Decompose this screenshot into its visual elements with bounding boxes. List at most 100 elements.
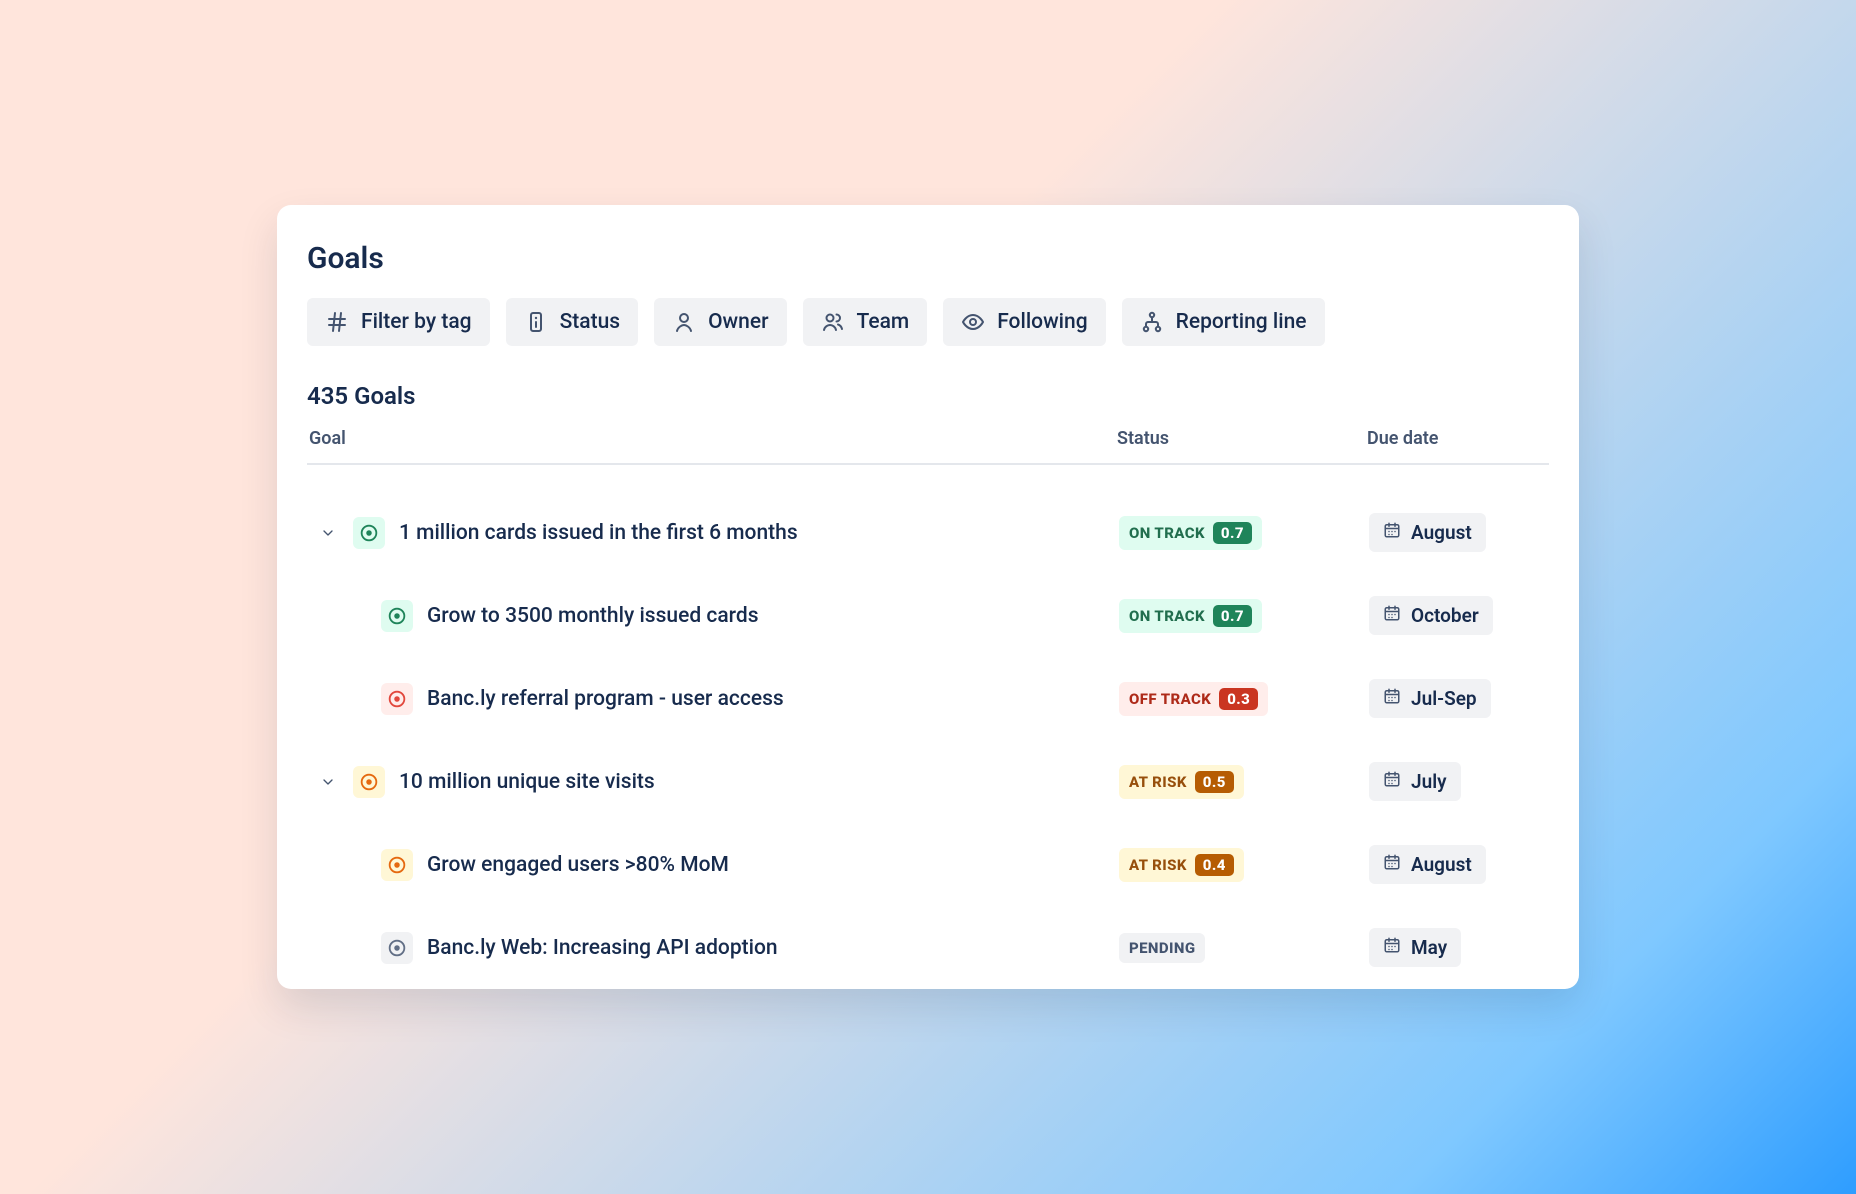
filter-tag[interactable]: Filter by tag — [307, 298, 490, 346]
status-label: ON TRACK — [1129, 607, 1205, 625]
due-date-chip[interactable]: August — [1369, 513, 1486, 552]
goal-row[interactable]: Grow to 3500 monthly issued cards ON TRAC… — [307, 574, 1549, 657]
filter-label: Status — [560, 310, 621, 334]
status-label: PENDING — [1129, 939, 1195, 957]
goal-title: 10 million unique site visits — [399, 770, 655, 794]
goal-row[interactable]: Banc.ly referral program - user access OF… — [307, 657, 1549, 740]
filter-reporting[interactable]: Reporting line — [1122, 298, 1325, 346]
due-date-label: July — [1411, 770, 1447, 793]
col-status: Status — [1117, 428, 1357, 449]
status-score: 0.3 — [1219, 688, 1258, 710]
calendar-icon — [1383, 604, 1401, 627]
status-badge[interactable]: ON TRACK 0.7 — [1119, 599, 1262, 633]
goal-title: 1 million cards issued in the first 6 mo… — [399, 521, 798, 545]
status-cell: PENDING — [1119, 933, 1359, 963]
due-date-chip[interactable]: May — [1369, 928, 1461, 967]
due-cell: August — [1369, 513, 1549, 552]
status-score: 0.7 — [1213, 605, 1252, 627]
col-goal: Goal — [309, 428, 1107, 449]
goal-cell: Grow engaged users >80% MoM — [307, 849, 1109, 881]
goals-table-body: 1 million cards issued in the first 6 mo… — [307, 465, 1549, 989]
due-cell: October — [1369, 596, 1549, 635]
goal-cell: Grow to 3500 monthly issued cards — [307, 600, 1109, 632]
goals-count: 435 Goals — [307, 382, 1549, 410]
status-score: 0.7 — [1213, 522, 1252, 544]
status-badge[interactable]: OFF TRACK 0.3 — [1119, 682, 1268, 716]
goal-cell: Banc.ly referral program - user access — [307, 683, 1109, 715]
calendar-icon — [1383, 853, 1401, 876]
goal-cell: 1 million cards issued in the first 6 mo… — [307, 517, 1109, 549]
filter-bar: Filter by tag Status Owner Team Following Rep… — [307, 298, 1549, 346]
calendar-icon — [1383, 521, 1401, 544]
status-badge[interactable]: ON TRACK 0.7 — [1119, 516, 1262, 550]
goal-cell: 10 million unique site visits — [307, 766, 1109, 798]
col-due: Due date — [1367, 428, 1547, 449]
due-cell: May — [1369, 928, 1549, 967]
table-header: Goal Status Due date — [307, 428, 1549, 465]
calendar-icon — [1383, 936, 1401, 959]
users-icon — [821, 310, 845, 334]
status-cell: OFF TRACK 0.3 — [1119, 682, 1359, 716]
status-badge[interactable]: AT RISK 0.5 — [1119, 765, 1244, 799]
target-icon — [353, 766, 385, 798]
user-icon — [672, 310, 696, 334]
goal-title: Grow to 3500 monthly issued cards — [427, 604, 759, 628]
status-cell: AT RISK 0.4 — [1119, 848, 1359, 882]
filter-label: Owner — [708, 310, 768, 334]
due-cell: July — [1369, 762, 1549, 801]
hierarchy-icon — [1140, 310, 1164, 334]
filter-owner[interactable]: Owner — [654, 298, 786, 346]
goal-row[interactable]: 10 million unique site visits AT RISK 0.5 J… — [307, 740, 1549, 823]
target-icon — [381, 932, 413, 964]
status-badge[interactable]: PENDING — [1119, 933, 1205, 963]
due-date-chip[interactable]: October — [1369, 596, 1493, 635]
due-date-label: October — [1411, 604, 1479, 627]
due-date-chip[interactable]: July — [1369, 762, 1461, 801]
status-cell: ON TRACK 0.7 — [1119, 516, 1359, 550]
due-date-chip[interactable]: August — [1369, 845, 1486, 884]
calendar-icon — [1383, 770, 1401, 793]
due-cell: Jul-Sep — [1369, 679, 1549, 718]
target-icon — [381, 683, 413, 715]
status-label: ON TRACK — [1129, 524, 1205, 542]
filter-status[interactable]: Status — [506, 298, 639, 346]
goal-title: Banc.ly referral program - user access — [427, 687, 784, 711]
filter-following[interactable]: Following — [943, 298, 1105, 346]
goal-title: Banc.ly Web: Increasing API adoption — [427, 936, 778, 960]
status-label: OFF TRACK — [1129, 690, 1211, 708]
due-date-label: May — [1411, 936, 1447, 959]
status-badge[interactable]: AT RISK 0.4 — [1119, 848, 1244, 882]
status-label: AT RISK — [1129, 773, 1187, 791]
status-icon — [524, 310, 548, 334]
filter-label: Team — [857, 310, 910, 334]
due-date-label: August — [1411, 521, 1472, 544]
due-date-label: August — [1411, 853, 1472, 876]
goals-panel: Goals Filter by tag Status Owner Team Follow… — [277, 205, 1579, 989]
goal-title: Grow engaged users >80% MoM — [427, 853, 729, 877]
eye-icon — [961, 310, 985, 334]
filter-label: Filter by tag — [361, 310, 472, 334]
filter-team[interactable]: Team — [803, 298, 928, 346]
due-cell: August — [1369, 845, 1549, 884]
status-cell: ON TRACK 0.7 — [1119, 599, 1359, 633]
filter-label: Following — [997, 310, 1087, 334]
goal-row[interactable]: Banc.ly Web: Increasing API adoption PEND… — [307, 906, 1549, 989]
target-icon — [381, 849, 413, 881]
goal-row[interactable]: 1 million cards issued in the first 6 mo… — [307, 491, 1549, 574]
hash-icon — [325, 310, 349, 334]
goal-cell: Banc.ly Web: Increasing API adoption — [307, 932, 1109, 964]
status-label: AT RISK — [1129, 856, 1187, 874]
chevron-down-icon[interactable] — [317, 522, 339, 544]
status-cell: AT RISK 0.5 — [1119, 765, 1359, 799]
calendar-icon — [1383, 687, 1401, 710]
goal-row[interactable]: Grow engaged users >80% MoM AT RISK 0.4 Aug… — [307, 823, 1549, 906]
filter-label: Reporting line — [1176, 310, 1307, 334]
status-score: 0.4 — [1195, 854, 1234, 876]
status-score: 0.5 — [1195, 771, 1234, 793]
target-icon — [353, 517, 385, 549]
target-icon — [381, 600, 413, 632]
due-date-chip[interactable]: Jul-Sep — [1369, 679, 1491, 718]
page-title: Goals — [307, 241, 1549, 276]
due-date-label: Jul-Sep — [1411, 687, 1477, 710]
chevron-down-icon[interactable] — [317, 771, 339, 793]
